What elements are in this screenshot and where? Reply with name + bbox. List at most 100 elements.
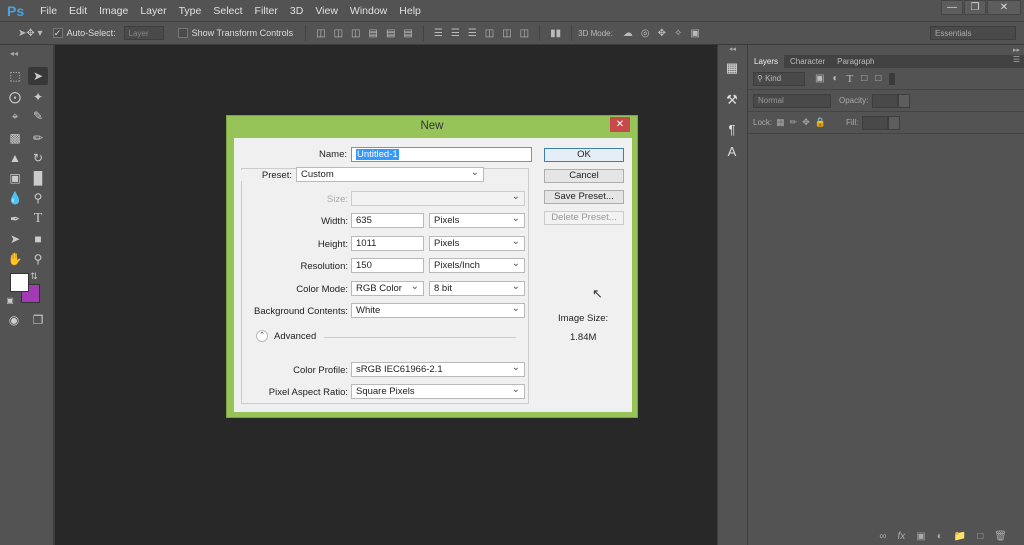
tab-character[interactable]: Character [784, 55, 831, 68]
history-panel-icon[interactable]: ▦ [718, 57, 746, 79]
expand-panel-icon[interactable]: ▸▸ [1013, 46, 1020, 54]
marquee-tool-icon[interactable]: ⬚ [5, 67, 25, 85]
quick-mask-icon[interactable]: ◉ [4, 311, 24, 329]
align-top-icon[interactable]: ◫ [312, 28, 329, 39]
collapse-panel-icon[interactable]: ◂◂ [4, 45, 24, 63]
history-brush-tool-icon[interactable]: ↻ [28, 149, 48, 167]
menu-image[interactable]: Image [93, 5, 134, 17]
lock-transparent-icon[interactable]: ▦ [776, 117, 785, 128]
save-preset-button[interactable]: Save Preset... [544, 190, 624, 204]
align-left-icon[interactable]: ▤ [365, 28, 382, 39]
distribute-top-icon[interactable]: ☰ [430, 28, 447, 39]
eyedropper-tool-icon[interactable]: ✎ [28, 107, 48, 125]
3d-scale-icon[interactable]: ▣ [686, 28, 703, 39]
blur-tool-icon[interactable]: 💧 [5, 189, 25, 207]
align-bottom-icon[interactable]: ◫ [347, 28, 364, 39]
rectangle-tool-icon[interactable]: ■ [28, 230, 48, 248]
auto-select-target-dropdown[interactable]: Layer [123, 26, 164, 40]
auto-select-checkbox[interactable]: ✓ Auto-Select: [52, 28, 116, 39]
filter-type-icon[interactable]: T [847, 73, 854, 85]
tab-layers[interactable]: Layers [748, 55, 785, 68]
eraser-tool-icon[interactable]: ▣ [5, 169, 25, 187]
workspace-dropdown[interactable]: Essentials [930, 26, 1016, 40]
close-window-button[interactable]: ✕ [987, 0, 1021, 15]
width-unit-dropdown[interactable]: Pixels [429, 212, 525, 228]
bit-depth-dropdown[interactable]: 8 bit [429, 280, 525, 296]
panel-menu-icon[interactable]: ☰ [1013, 55, 1024, 68]
align-vcenter-icon[interactable]: ◫ [330, 28, 347, 39]
magic-wand-tool-icon[interactable]: ✦ [28, 88, 48, 106]
default-colors-icon[interactable]: ▣ [4, 292, 16, 310]
resolution-input[interactable]: 150 [351, 258, 424, 273]
move-tool-preset-icon[interactable]: ➤✥ ▾ [14, 28, 47, 39]
menu-edit[interactable]: Edit [63, 5, 93, 17]
distribute-right-icon[interactable]: ◫ [516, 28, 533, 39]
zoom-tool-icon[interactable]: ⚲ [28, 250, 48, 268]
type-tool-icon[interactable]: T [28, 210, 48, 228]
menu-view[interactable]: View [309, 5, 344, 17]
swap-colors-icon[interactable]: ⇅ [28, 267, 40, 285]
adjustment-layer-icon[interactable]: ◐ [937, 531, 943, 542]
distribute-bottom-icon[interactable]: ☰ [464, 28, 481, 39]
menu-filter[interactable]: Filter [249, 5, 284, 17]
show-transform-checkbox[interactable]: Show Transform Controls [177, 28, 293, 39]
minimize-button[interactable]: — [941, 0, 963, 15]
align-right-icon[interactable]: ▤ [399, 28, 416, 39]
background-contents-dropdown[interactable]: White [351, 302, 525, 318]
crop-tool-icon[interactable]: ⌖ [5, 107, 25, 125]
filter-adjustment-icon[interactable]: ◐ [832, 73, 838, 84]
menu-3d[interactable]: 3D [284, 5, 309, 17]
lock-position-icon[interactable]: ✥ [802, 117, 810, 128]
auto-align-icon[interactable]: ▮▮ [546, 28, 565, 39]
new-layer-icon[interactable]: □ [977, 531, 983, 542]
screen-mode-icon[interactable]: ❐ [28, 311, 48, 329]
paragraph-styles-icon[interactable]: ¶ [718, 119, 746, 141]
menu-layer[interactable]: Layer [134, 5, 172, 17]
filter-toggle[interactable] [889, 72, 896, 85]
opacity-slider-button[interactable] [898, 93, 911, 108]
height-unit-dropdown[interactable]: Pixels [429, 235, 525, 251]
advanced-toggle-button[interactable]: ⌃ [256, 330, 268, 342]
name-input[interactable]: Untitled-1 [351, 147, 532, 162]
filter-kind-dropdown[interactable]: ⚲ Kind [753, 71, 805, 86]
color-profile-dropdown[interactable]: sRGB IEC61966-2.1 [351, 361, 525, 377]
fill-input[interactable] [862, 115, 889, 130]
brush-tool-icon[interactable]: ✏ [28, 129, 48, 147]
tool-presets-icon[interactable]: ⚒ [718, 89, 746, 111]
restore-button[interactable]: ❐ [964, 0, 986, 15]
menu-select[interactable]: Select [207, 5, 248, 17]
move-tool-icon[interactable]: ➤ [28, 67, 48, 85]
fx-icon[interactable]: fx [898, 531, 906, 542]
resolution-unit-dropdown[interactable]: Pixels/Inch [429, 257, 525, 273]
3d-slide-icon[interactable]: ✧ [670, 28, 686, 39]
cancel-button[interactable]: Cancel [544, 169, 624, 183]
width-input[interactable]: 635 [351, 213, 424, 228]
filter-pixel-icon[interactable]: ▣ [815, 73, 824, 84]
lock-pixels-icon[interactable]: ✏ [790, 117, 798, 128]
blend-mode-dropdown[interactable]: Normal [753, 93, 831, 108]
delete-layer-icon[interactable]: 🗑 [994, 531, 1007, 542]
distribute-vcenter-icon[interactable]: ☰ [447, 28, 464, 39]
foreground-color-swatch[interactable] [10, 273, 29, 292]
ok-button[interactable]: OK [544, 148, 624, 162]
menu-window[interactable]: Window [344, 5, 393, 17]
align-hcenter-icon[interactable]: ▤ [382, 28, 399, 39]
lock-all-icon[interactable]: 🔒 [815, 117, 826, 128]
opacity-input[interactable] [872, 93, 899, 108]
healing-brush-tool-icon[interactable]: ▩ [5, 129, 25, 147]
lasso-tool-icon[interactable]: ⨀ [5, 88, 25, 106]
pixel-aspect-ratio-dropdown[interactable]: Square Pixels [351, 383, 525, 399]
link-layers-icon[interactable]: ∞ [879, 531, 886, 542]
hand-tool-icon[interactable]: ✋ [5, 250, 25, 268]
distribute-left-icon[interactable]: ◫ [481, 28, 498, 39]
color-mode-dropdown[interactable]: RGB Color [351, 280, 424, 296]
dialog-close-button[interactable]: ✕ [610, 117, 630, 132]
distribute-hcenter-icon[interactable]: ◫ [498, 28, 515, 39]
3d-roll-icon[interactable]: ◎ [637, 28, 654, 39]
pen-tool-icon[interactable]: ✒ [5, 210, 25, 228]
collapse-dock-icon[interactable]: ◂◂ [718, 45, 747, 57]
menu-file[interactable]: File [34, 5, 63, 17]
add-mask-icon[interactable]: ▣ [916, 531, 925, 542]
path-selection-tool-icon[interactable]: ➤ [5, 230, 25, 248]
filter-shape-icon[interactable]: □ [861, 73, 867, 84]
